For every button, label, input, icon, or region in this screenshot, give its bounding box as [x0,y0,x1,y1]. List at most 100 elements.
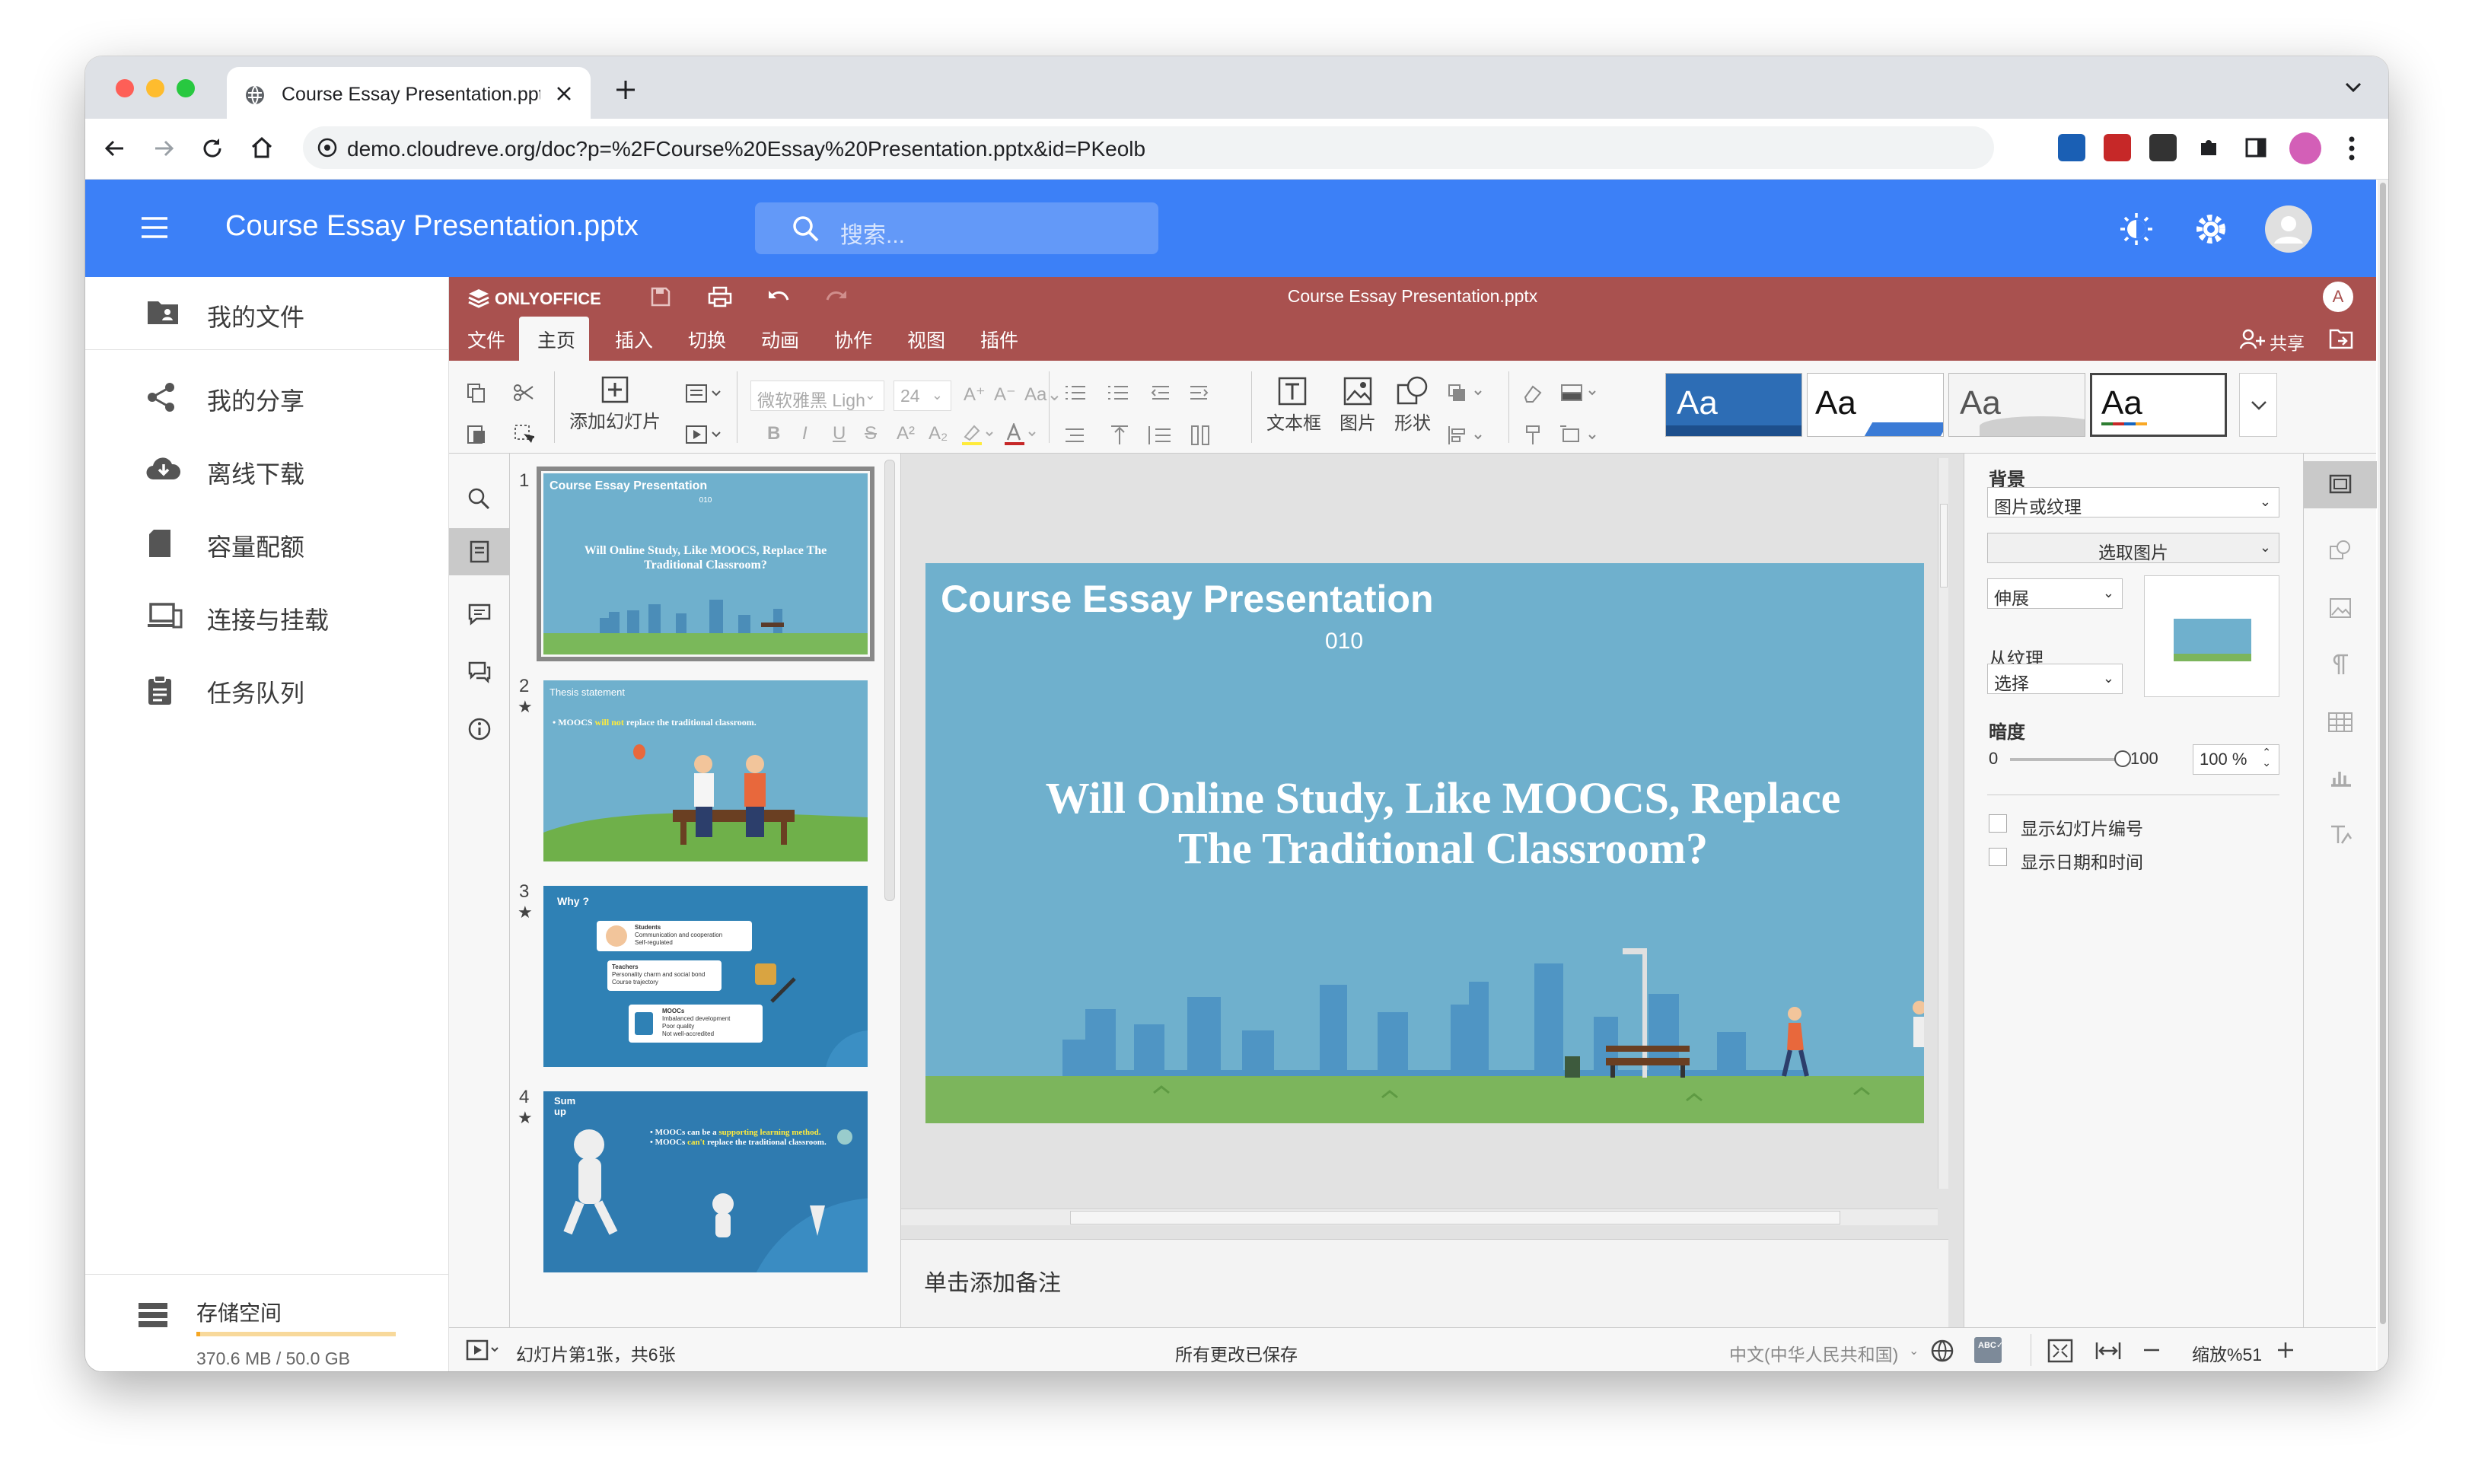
theme-1[interactable]: Aa [1665,373,1802,437]
arrange-align-icons[interactable] [1446,382,1492,446]
hamburger-menu-icon[interactable] [140,216,169,239]
image-button[interactable]: 图片 [1335,373,1381,446]
share-button[interactable]: 共享 [2270,329,2305,355]
profile-avatar[interactable] [2289,132,2321,164]
scrollbar-thumb[interactable] [1070,1211,1840,1224]
chat-icon[interactable] [467,661,492,683]
add-slide-button[interactable]: 添加幻灯片 [569,373,661,441]
menu-animation[interactable]: 动画 [761,326,799,353]
maximize-window-button[interactable] [177,79,195,97]
slider-thumb[interactable] [2114,750,2131,767]
show-slide-number-checkbox[interactable] [1989,814,2007,833]
theme-toggle-icon[interactable] [2119,212,2154,247]
table-settings-icon[interactable] [2327,711,2354,734]
tab-close-icon[interactable] [556,85,572,102]
back-icon[interactable] [104,137,126,160]
theme-gallery-expand[interactable] [2239,373,2277,437]
menu-file[interactable]: 文件 [467,326,505,353]
info-icon[interactable] [467,717,492,741]
slide-layout-icon[interactable] [685,384,722,403]
reload-icon[interactable] [201,137,224,160]
italic-icon[interactable]: I [802,423,808,444]
slide-body-text[interactable]: Will Online Study, Like MOOCS, Replace T… [994,773,1892,874]
subscript-icon[interactable]: A₂ [929,423,948,444]
slide-subtitle[interactable]: 010 [925,629,1763,654]
bold-icon[interactable]: B [767,423,780,444]
language-select[interactable]: 中文(中华人民共和国) [1729,1340,1898,1366]
superscript-icon[interactable]: A² [897,423,915,444]
menu-home[interactable]: 主页 [537,326,575,353]
sidebar-item-my-shares[interactable]: 我的分享 [85,361,449,434]
search-box[interactable]: 搜索... [755,202,1158,254]
more-menu-icon[interactable] [2347,135,2356,161]
sidebar-item-my-files[interactable]: 我的文件 [85,277,449,350]
page-scrollbar[interactable] [2378,180,2388,1371]
text-box-button[interactable]: 文本框 [1263,373,1324,446]
current-slide-canvas[interactable]: Course Essay Presentation 010 Will Onlin… [925,563,1924,1123]
menu-insert[interactable]: 插入 [615,326,653,353]
menu-plugins[interactable]: 插件 [980,326,1018,353]
font-name-select[interactable]: 微软雅黑 Ligh ⌄ [750,381,884,411]
translate-extension-icon[interactable] [2149,134,2177,161]
underline-icon[interactable]: U [833,423,846,444]
select-all-icon[interactable] [513,423,534,444]
sidebar-item-task-queue[interactable]: 任务队列 [85,653,449,726]
site-info-icon[interactable] [317,137,338,158]
copy-icon[interactable] [466,382,487,403]
comment-icon[interactable] [467,603,492,626]
image-settings-icon[interactable] [2328,597,2353,619]
zoom-in-icon[interactable] [2276,1340,2295,1360]
extension-1-icon[interactable] [2058,134,2085,161]
spell-check-icon[interactable]: ABC✓ [1974,1337,2003,1363]
home-icon[interactable] [250,135,274,160]
sidebar-item-offline-download[interactable]: 离线下载 [85,434,449,507]
menu-collaboration[interactable]: 协作 [834,326,872,353]
forward-icon[interactable] [152,137,175,160]
cut-icon[interactable] [513,382,534,403]
paragraph-formatting-icons[interactable] [1061,382,1244,446]
slide-thumbnail-3[interactable]: Why ? Students Communication and cooperat… [543,886,868,1067]
fill-type-select[interactable]: 图片或纹理 ⌄ [1987,487,2279,517]
editor-vertical-scrollbar[interactable] [1938,458,1948,1189]
browser-tab[interactable]: Course Essay Presentation.ppt [227,67,591,119]
extension-2-icon[interactable] [2104,134,2131,161]
close-window-button[interactable] [116,79,134,97]
sidebar-item-quota[interactable]: 容量配额 [85,507,449,580]
clear-style-icons[interactable] [1521,382,1604,446]
slide-thumbnail-4[interactable]: Sum up • MOOCs can be a supporting learn… [543,1091,868,1272]
puzzle-icon[interactable] [2196,135,2221,160]
zoom-out-icon[interactable] [2142,1340,2161,1360]
transparency-slider[interactable] [2010,750,2131,767]
shape-settings-icon[interactable] [2328,539,2353,562]
open-location-icon[interactable] [2329,327,2353,350]
slideshow-play-icon[interactable] [466,1339,501,1361]
new-tab-icon[interactable] [615,79,636,100]
select-image-button[interactable]: 选取图片 ⌄ [1987,533,2279,563]
menu-transitions[interactable]: 切换 [688,326,726,353]
language-globe-icon[interactable] [1930,1339,1954,1363]
change-case-icon[interactable]: Aa⌄ [1024,384,1062,406]
slide-thumbnail-2[interactable]: Thesis statement • MOOCS will not replac… [543,680,868,861]
menu-view[interactable]: 视图 [907,326,945,353]
editor-user-avatar[interactable]: A [2323,282,2353,312]
scrollbar-thumb[interactable] [1940,504,1948,588]
start-slideshow-icon[interactable] [685,425,722,444]
font-color-icon[interactable] [1003,423,1037,446]
paste-icon[interactable] [466,423,487,444]
fit-width-icon[interactable] [2095,1340,2122,1361]
user-avatar[interactable] [2265,205,2312,253]
slide-title[interactable]: Course Essay Presentation [941,577,1434,621]
transparency-input[interactable]: 100 % ⌃ ⌄ [2193,744,2279,775]
sidebar-item-connections[interactable]: 连接与挂载 [85,580,449,653]
fit-slide-icon[interactable] [2047,1339,2073,1363]
side-panel-icon[interactable] [2244,135,2268,160]
page-scrollbar-thumb[interactable] [2380,183,2386,1324]
theme-4[interactable]: Aa [2090,373,2227,437]
chart-settings-icon[interactable] [2328,766,2353,788]
text-art-settings-icon[interactable] [2328,823,2353,848]
highlight-color-icon[interactable] [960,423,994,446]
chevron-down-icon[interactable] [2344,81,2362,94]
paragraph-settings-icon[interactable] [2330,653,2351,676]
address-bar[interactable]: demo.cloudreve.org/doc?p=%2FCourse%20Ess… [303,126,1994,169]
notes-area[interactable]: 单击添加备注 [901,1239,1948,1327]
